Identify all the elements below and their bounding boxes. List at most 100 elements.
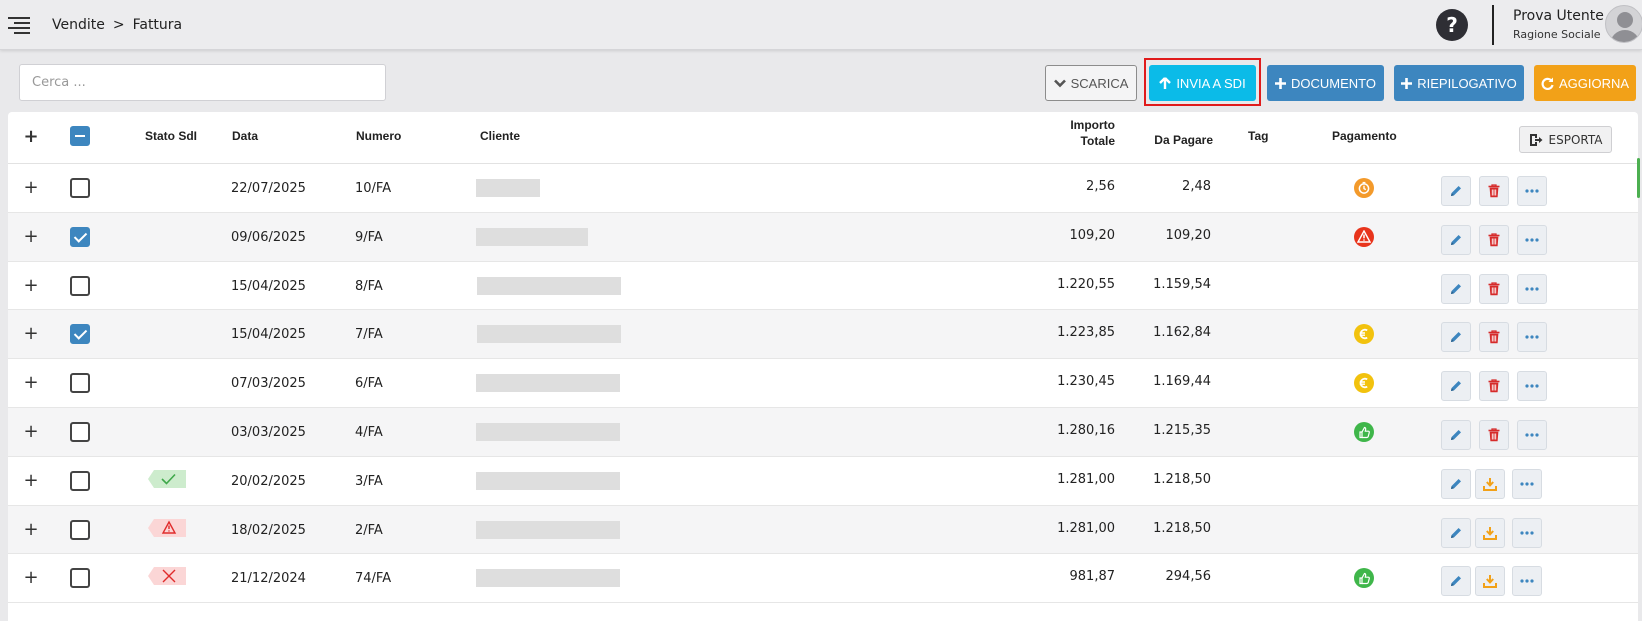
row-checkbox[interactable] (70, 373, 90, 394)
download-button[interactable] (1475, 468, 1505, 499)
more-actions-button[interactable] (1512, 468, 1542, 499)
expand-all-icon[interactable]: + (23, 126, 39, 147)
row-checkbox[interactable] (70, 275, 90, 296)
expand-row-icon[interactable]: + (23, 470, 39, 491)
search-input[interactable] (19, 64, 386, 101)
breadcrumb-section[interactable]: Vendite (52, 17, 105, 33)
avatar[interactable] (1605, 5, 1642, 43)
delete-button[interactable] (1479, 176, 1509, 206)
delete-button[interactable] (1479, 322, 1509, 353)
delete-button[interactable] (1479, 224, 1509, 255)
pencil-icon (1451, 381, 1461, 392)
expand-row-icon[interactable]: + (23, 372, 39, 393)
esporta-button[interactable]: ESPORTA (1519, 126, 1612, 153)
header-importo-totale[interactable]: Importo Totale (1018, 117, 1115, 149)
delete-button[interactable] (1479, 371, 1509, 402)
expand-row-icon[interactable]: + (23, 275, 39, 296)
download-icon (1483, 477, 1497, 491)
cell-numero: 10/FA (355, 181, 392, 196)
payment-thumb-up-icon (1354, 568, 1374, 589)
row-checkbox[interactable] (70, 178, 90, 198)
more-dots-icon (1525, 189, 1539, 193)
download-button[interactable] (1475, 566, 1505, 597)
row-checkbox[interactable] (70, 324, 90, 345)
edit-button[interactable] (1441, 371, 1471, 402)
scarica-label: SCARICA (1070, 75, 1129, 91)
cell-da-pagare: 1.159,54 (1153, 276, 1211, 292)
invia-sdi-button[interactable]: INVIA A SDI (1149, 65, 1256, 101)
more-actions-button[interactable] (1517, 420, 1547, 450)
scarica-button[interactable]: SCARICA (1045, 65, 1137, 101)
download-icon (1483, 526, 1497, 540)
add-documento-button[interactable]: DOCUMENTO (1267, 65, 1384, 101)
header-pagamento[interactable]: Pagamento (1332, 129, 1397, 143)
header-divider (1492, 5, 1494, 45)
more-actions-button[interactable] (1517, 273, 1547, 304)
row-checkbox[interactable] (70, 226, 90, 247)
cell-cliente-redacted (476, 471, 620, 490)
more-actions-button[interactable] (1517, 176, 1547, 206)
download-button[interactable] (1475, 517, 1505, 548)
edit-button[interactable] (1441, 468, 1471, 499)
cell-da-pagare: 1.218,50 (1153, 520, 1211, 536)
help-icon[interactable]: ? (1436, 9, 1468, 41)
pencil-icon (1451, 478, 1461, 489)
header-stato-sdi[interactable]: Stato SdI (145, 129, 197, 143)
aggiorna-button[interactable]: AGGIORNA (1534, 65, 1636, 101)
cell-importo: 1.220,55 (1057, 276, 1115, 292)
expand-row-icon[interactable]: + (23, 567, 39, 588)
add-riepilogativo-button[interactable]: RIEPILOGATIVO (1394, 65, 1524, 101)
header-numero[interactable]: Numero (356, 129, 401, 143)
table-row[interactable]: +18/02/2025 2/FA 1.281,00 1.218,50 (8, 505, 1638, 555)
more-actions-button[interactable] (1517, 371, 1547, 402)
expand-row-icon[interactable]: + (23, 519, 39, 540)
row-checkbox[interactable] (70, 519, 90, 540)
cell-importo: 1.281,00 (1057, 471, 1115, 487)
table-row[interactable]: +15/04/2025 8/FA 1.220,55 1.159,54 (8, 262, 1638, 311)
expand-row-icon[interactable]: + (23, 177, 39, 198)
edit-button[interactable] (1441, 420, 1471, 450)
table-row[interactable]: +09/06/2025 9/FA 109,20 109,20 (8, 212, 1638, 262)
edit-button[interactable] (1441, 566, 1471, 597)
table-row[interactable]: +21/12/2024 74/FA 981,87 294,56 (8, 554, 1638, 604)
more-actions-button[interactable] (1512, 566, 1542, 597)
expand-row-icon[interactable]: + (23, 226, 39, 247)
user-company: Ragione Sociale (1513, 28, 1601, 41)
breadcrumb: Vendite > Fattura (52, 17, 182, 33)
cell-da-pagare: 1.215,35 (1153, 423, 1211, 438)
expand-row-icon[interactable]: + (23, 323, 39, 344)
plus-icon (1275, 77, 1286, 89)
expand-row-icon[interactable]: + (23, 421, 39, 442)
row-checkbox[interactable] (70, 470, 90, 491)
edit-button[interactable] (1441, 224, 1471, 255)
header-tag[interactable]: Tag (1248, 129, 1268, 143)
cell-importo: 1.280,16 (1057, 423, 1115, 438)
more-actions-button[interactable] (1517, 322, 1547, 353)
more-actions-button[interactable] (1512, 517, 1542, 548)
edit-button[interactable] (1441, 273, 1471, 304)
table-row[interactable]: +20/02/2025 3/FA 1.281,00 1.218,50 (8, 457, 1638, 506)
table-row[interactable]: +03/03/2025 4/FA 1.280,16 1.215,35 (8, 408, 1638, 457)
header-data[interactable]: Data (232, 129, 258, 143)
table-row[interactable]: +22/07/2025 10/FA 2,56 2,48 (8, 164, 1638, 213)
delete-button[interactable] (1479, 420, 1509, 450)
table-row[interactable]: +15/04/2025 7/FA 1.223,85 1.162,84 (8, 310, 1638, 360)
select-all-checkbox[interactable] (70, 126, 90, 146)
edit-button[interactable] (1441, 517, 1471, 548)
more-actions-button[interactable] (1517, 224, 1547, 255)
breadcrumb-separator: > (112, 17, 125, 33)
edit-button[interactable] (1441, 322, 1471, 353)
header-importo-line1: Importo (1070, 118, 1115, 132)
row-checkbox[interactable] (70, 422, 90, 442)
header-da-pagare[interactable]: Da Pagare (1118, 133, 1213, 147)
scroll-indicator (1637, 158, 1640, 198)
cell-data: 15/04/2025 (231, 278, 306, 294)
header-cliente[interactable]: Cliente (480, 129, 520, 143)
edit-button[interactable] (1441, 176, 1471, 206)
hamburger-menu-icon[interactable] (8, 16, 30, 34)
more-dots-icon (1520, 579, 1534, 583)
cell-cliente-redacted (476, 520, 620, 539)
delete-button[interactable] (1479, 273, 1509, 304)
table-row[interactable]: +07/03/2025 6/FA 1.230,45 1.169,44 (8, 359, 1638, 408)
row-checkbox[interactable] (70, 568, 90, 589)
